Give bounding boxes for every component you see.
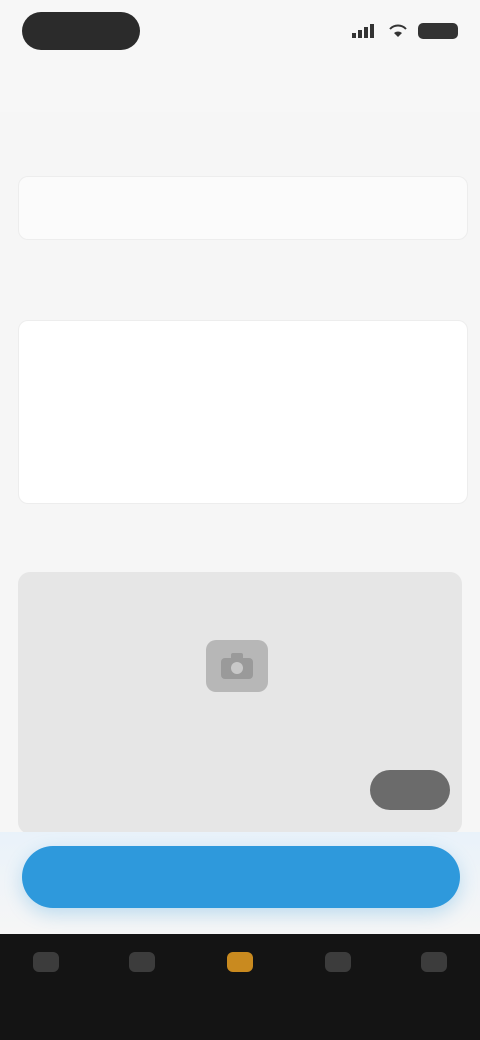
chat-icon bbox=[325, 952, 351, 972]
submit-button[interactable] bbox=[22, 846, 460, 908]
status-time bbox=[22, 12, 140, 50]
photo-add-button[interactable] bbox=[370, 770, 450, 810]
title-input[interactable] bbox=[18, 176, 468, 240]
tab-home[interactable] bbox=[16, 952, 76, 998]
description-textarea[interactable] bbox=[18, 320, 468, 504]
camera-icon bbox=[206, 640, 268, 692]
tab-grid[interactable] bbox=[112, 952, 172, 998]
tab-bar bbox=[0, 934, 480, 1040]
home-icon bbox=[33, 952, 59, 972]
photo-upload-area[interactable] bbox=[18, 572, 462, 834]
top-nav bbox=[0, 64, 480, 112]
profile-icon bbox=[421, 952, 447, 972]
wifi-icon bbox=[388, 24, 408, 38]
grid-icon bbox=[129, 952, 155, 972]
battery-icon bbox=[418, 23, 458, 39]
status-bar bbox=[0, 0, 480, 64]
tab-plus[interactable] bbox=[210, 952, 270, 998]
status-icons bbox=[352, 18, 458, 44]
signal-icon bbox=[352, 24, 378, 38]
tab-chat[interactable] bbox=[308, 952, 368, 998]
plus-icon bbox=[227, 952, 253, 972]
tab-profile[interactable] bbox=[404, 952, 464, 998]
